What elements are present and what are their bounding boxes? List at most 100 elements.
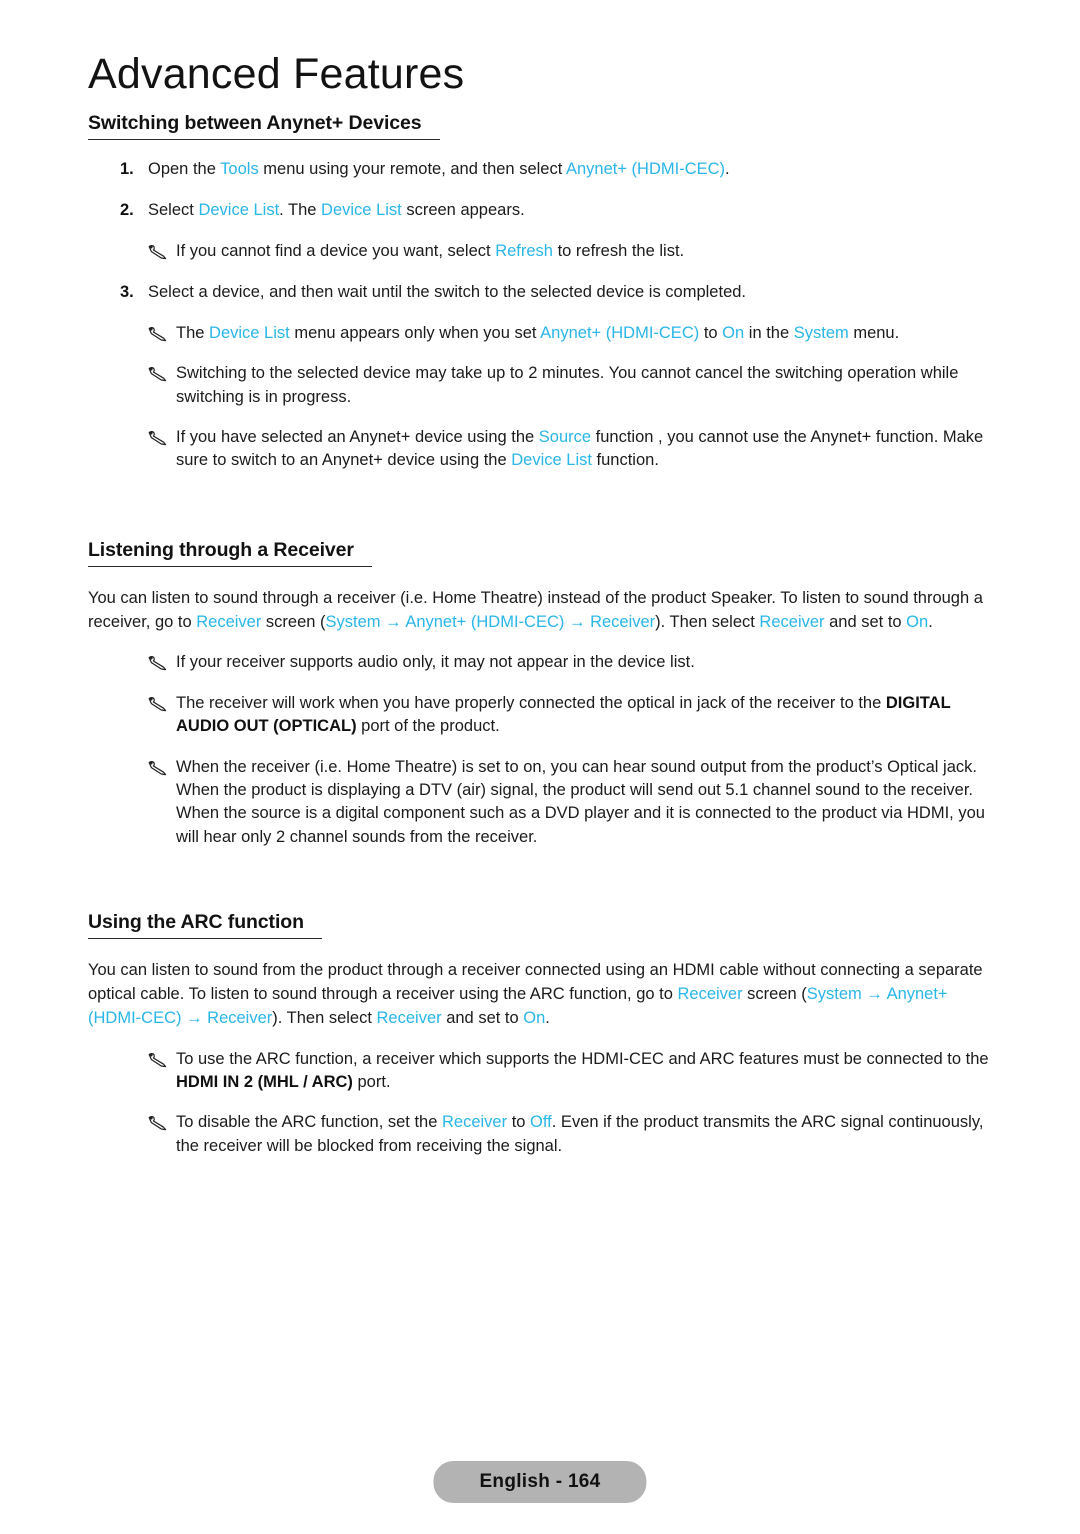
text-run: ). Then select — [272, 1008, 377, 1027]
section-body-receiver: You can listen to sound through a receiv… — [88, 587, 1000, 635]
note-text: If your receiver supports audio only, it… — [176, 653, 695, 671]
text-run: Select — [148, 201, 199, 220]
note-item: The Device List menu appears only when y… — [88, 322, 1000, 345]
menu-term: Tools — [220, 160, 259, 178]
text-run: port of the product. — [356, 717, 500, 736]
menu-term: Anynet+ (HDMI-CEC) — [540, 323, 700, 342]
text-run: screen ( — [261, 612, 326, 631]
step-number: 2. — [120, 201, 134, 220]
note-text: If you cannot find a device you want, se… — [176, 242, 684, 260]
section-body-arc: You can listen to sound from the product… — [88, 959, 1000, 1030]
pencil-note-icon — [146, 242, 170, 260]
note-item: If your receiver supports audio only, it… — [88, 651, 1000, 674]
menu-term: → — [564, 612, 591, 631]
pencil-note-icon — [146, 324, 170, 342]
menu-term: On — [722, 323, 745, 342]
section-heading-receiver: Listening through a Receiver — [88, 539, 372, 567]
text-run: to — [699, 323, 723, 342]
text-run: port. — [352, 1072, 391, 1091]
pencil-note-icon — [146, 653, 170, 671]
note-text: Switching to the selected device may tak… — [176, 364, 958, 405]
section-heading-arc: Using the ARC function — [88, 911, 322, 940]
page-title: Advanced Features — [88, 50, 465, 98]
text-run: in the — [744, 323, 794, 342]
menu-term: Receiver — [759, 612, 825, 631]
section-using-arc-function: Using the ARC function You can listen to… — [88, 911, 1000, 1158]
text-run: Switching to the selected device may tak… — [176, 364, 959, 406]
section-listening-through-receiver: Listening through a Receiver You can lis… — [88, 539, 1000, 849]
text-run: to refresh the list. — [552, 241, 685, 260]
text-run: If your receiver supports audio only, it… — [176, 653, 695, 672]
menu-term: → — [380, 612, 406, 631]
menu-term: Off — [530, 1113, 552, 1132]
step-item: 2. Select Device List. The Device List s… — [88, 199, 1000, 222]
text-run: Open the — [148, 160, 221, 178]
menu-term: Device List — [321, 201, 402, 220]
step-number: 1. — [120, 160, 134, 178]
page-content: Switching between Anynet+ Devices 1. Ope… — [88, 112, 1000, 1158]
menu-term: Receiver — [196, 612, 262, 631]
pencil-note-icon — [146, 1050, 170, 1068]
menu-term: Receiver — [677, 985, 743, 1003]
text-run: to — [507, 1113, 531, 1132]
step-number: 3. — [120, 283, 134, 302]
menu-term: Device List — [198, 201, 280, 220]
text-run: screen appears. — [401, 201, 525, 220]
note-text: To disable the ARC function, set the Rec… — [176, 1113, 983, 1154]
text-run: and set to — [824, 612, 907, 631]
text-run: . The — [279, 201, 322, 220]
text-run: To use the ARC function, a receiver whic… — [176, 1049, 989, 1068]
note-item: If you cannot find a device you want, se… — [88, 240, 1000, 263]
menu-term: Device List — [511, 451, 592, 470]
steps-list-switching: 1. Open the Tools menu using your remote… — [88, 158, 1000, 223]
text-run: If you cannot find a device you want, se… — [176, 241, 496, 260]
menu-term: → — [181, 1008, 208, 1027]
text-run: ). Then select — [655, 612, 760, 631]
text-run: menu appears only when you set — [289, 323, 541, 342]
pencil-note-icon — [146, 428, 170, 446]
menu-term: System — [793, 323, 849, 342]
note-text: The receiver will work when you have pro… — [176, 694, 950, 735]
pencil-note-icon — [146, 694, 170, 712]
menu-term: Receiver — [376, 1008, 442, 1027]
text-run: The receiver will work when you have pro… — [176, 693, 886, 712]
pencil-note-icon — [146, 1113, 170, 1131]
menu-term: Receiver — [207, 1008, 273, 1027]
menu-term: Anynet+ (HDMI-CEC) — [405, 612, 565, 631]
note-text: To use the ARC function, a receiver whic… — [176, 1050, 989, 1091]
note-text: The Device List menu appears only when y… — [176, 324, 899, 342]
note-text: When the receiver (i.e. Home Theatre) is… — [176, 758, 985, 846]
text-run: To disable the ARC function, set the — [176, 1113, 442, 1132]
step-text: Select a device, and then wait until the… — [148, 283, 746, 301]
text-run: If you have selected an Anynet+ device u… — [176, 427, 539, 446]
menu-term: Source — [538, 427, 592, 446]
menu-term: Refresh — [495, 241, 553, 260]
menu-term: System — [806, 985, 862, 1003]
steps-list-switching-cont: 3. Select a device, and then wait until … — [88, 281, 1000, 304]
note-item: To disable the ARC function, set the Rec… — [88, 1111, 1000, 1158]
note-item: When the receiver (i.e. Home Theatre) is… — [88, 756, 1000, 850]
note-item: If you have selected an Anynet+ device u… — [88, 426, 1000, 473]
step-item: 3. Select a device, and then wait until … — [88, 281, 1000, 304]
text-run: menu using your remote, and then select — [258, 160, 566, 178]
text-run: screen ( — [742, 985, 807, 1003]
pencil-note-icon — [146, 364, 170, 382]
section-heading-switching: Switching between Anynet+ Devices — [88, 112, 440, 140]
text-run: function. — [591, 451, 659, 470]
menu-term: On — [906, 612, 929, 631]
text-run: . — [545, 1008, 550, 1027]
page-footer-badge: English - 164 — [433, 1461, 647, 1503]
menu-term: → — [861, 985, 887, 1003]
note-item: Switching to the selected device may tak… — [88, 362, 1000, 409]
menu-term: Device List — [209, 323, 290, 342]
text-run: The — [176, 323, 210, 342]
section-switching-anynet-devices: Switching between Anynet+ Devices 1. Ope… — [88, 112, 1000, 473]
text-run: When the receiver (i.e. Home Theatre) is… — [176, 757, 985, 846]
menu-term: On — [523, 1008, 546, 1027]
port-term: HDMI IN 2 (MHL / ARC) — [176, 1072, 353, 1091]
step-text: Open the Tools menu using your remote, a… — [148, 160, 730, 178]
menu-term: Receiver — [590, 612, 656, 631]
step-item: 1. Open the Tools menu using your remote… — [88, 158, 1000, 181]
